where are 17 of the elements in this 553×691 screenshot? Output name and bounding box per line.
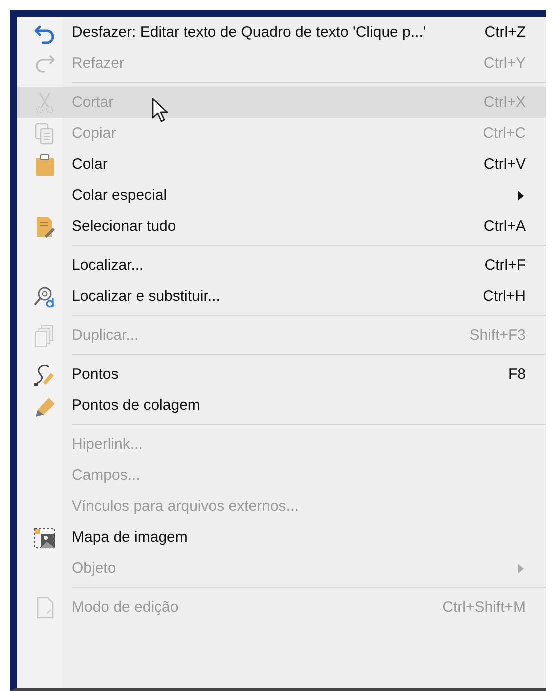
menu-item[interactable]: Mapa de imagem xyxy=(17,522,546,553)
menu-item[interactable]: Pontos F8 xyxy=(17,359,546,390)
menu-item[interactable]: Pontos de colagem xyxy=(17,390,546,421)
copy-icon xyxy=(32,122,56,146)
menu-item[interactable]: Localizar e substituir... Ctrl+H xyxy=(17,281,546,312)
duplicate-icon xyxy=(32,324,56,348)
menu-item[interactable]: Localizar... Ctrl+F xyxy=(17,250,546,281)
menu-item[interactable]: Colar Ctrl+V xyxy=(17,149,546,180)
find-replace-icon xyxy=(32,284,56,308)
curve-pencil-icon xyxy=(32,362,56,386)
menu-item[interactable]: Colar especial xyxy=(17,180,546,211)
mouse-pointer-icon xyxy=(152,98,170,124)
menu-item[interactable]: Selecionar tudo Ctrl+A xyxy=(17,211,546,242)
image-map-icon xyxy=(32,526,56,550)
submenu-arrow-icon xyxy=(518,190,524,200)
menu-item[interactable]: Desfazer: Editar texto de Quadro de texto 'Clique p...' Ctrl+Z xyxy=(17,17,546,48)
submenu-arrow-icon xyxy=(518,564,524,574)
